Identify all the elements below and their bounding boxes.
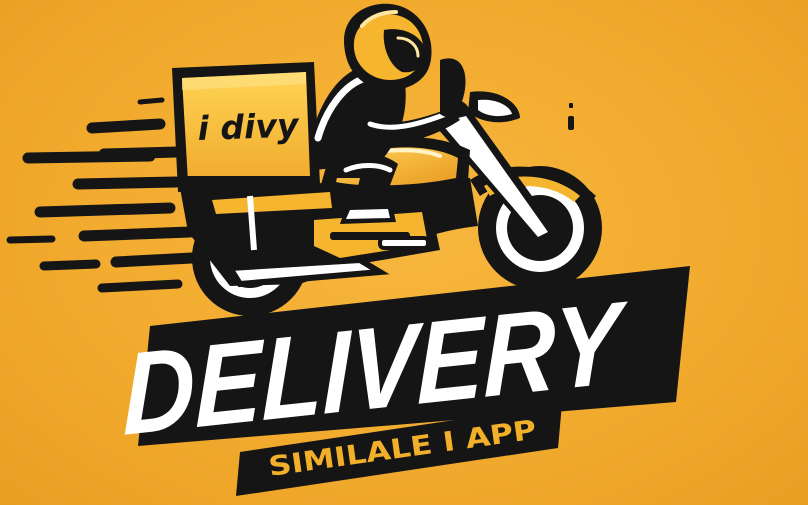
background-sparkle bbox=[568, 103, 574, 130]
delivery-logo-canvas: i divy DELIVERY SIMILALE I APP bbox=[0, 0, 808, 505]
box-label-text: i divy bbox=[197, 105, 301, 148]
speed-lines bbox=[6, 97, 198, 293]
delivery-logo-artwork: i divy DELIVERY SIMILALE I APP bbox=[6, 3, 690, 496]
box-label: i divy bbox=[197, 105, 301, 148]
